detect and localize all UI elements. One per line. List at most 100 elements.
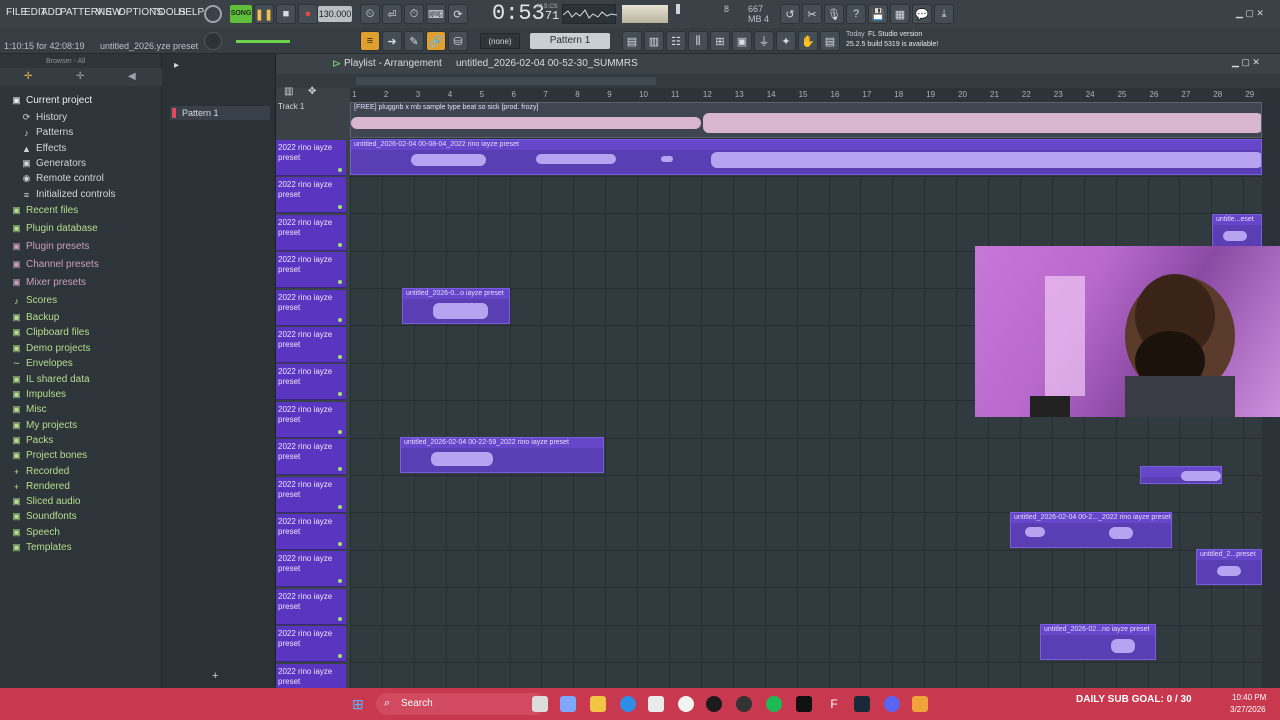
stamp-icon[interactable]: ⛁ [448,31,468,51]
track-mute-dot[interactable] [338,429,342,434]
clock-time[interactable]: 10:40 PM [1232,693,1266,702]
browser-item[interactable]: ▣ Plugin presets [12,241,89,252]
track-mute-dot[interactable] [338,542,342,546]
browser-item[interactable]: ◉ Remote control [22,173,104,184]
browser-item[interactable]: ▲ Effects [22,143,66,154]
fl-studio-icon[interactable] [912,696,928,712]
play-pause-button[interactable]: ❚❚ [254,4,274,24]
cut-icon[interactable]: ✂ [802,4,822,24]
copilot-icon[interactable] [560,696,576,712]
audio-clip[interactable]: untitled_2026-0...o iayze preset [402,288,510,324]
track-mute-dot[interactable] [338,242,342,247]
edge-icon[interactable] [620,696,636,712]
taskbar-search[interactable]: ⌕ Search [376,693,546,715]
track-mute-dot[interactable] [338,355,342,359]
track-header[interactable]: 2022 rino iayze preset [276,364,346,401]
browser-item[interactable]: ⟳ History [22,112,67,123]
channel-rack-icon[interactable]: ☷ [666,31,686,51]
move-icon[interactable]: ✥ [308,86,316,97]
link-icon[interactable]: 🔗 [426,31,446,51]
news-body[interactable]: 25.2.5 build 5319 is available! [846,41,938,48]
playlist-icon[interactable]: ≡ [360,31,380,51]
browser-item[interactable]: ▣ Project bones [12,450,87,461]
audio-clip[interactable]: untitled_2026-02-04 00-08-04_2022 rino i… [350,139,1262,175]
audio-clip[interactable]: untitle...eset [1212,214,1262,250]
help-icon[interactable]: ? [846,4,866,24]
mixer-icon[interactable]: ▦ [890,4,910,24]
track-header[interactable]: 2022 rino iayze preset [276,214,346,251]
mixer-window-icon[interactable]: ⫼ [688,31,708,51]
save-icon[interactable]: 💾 [868,4,888,24]
pencil-icon[interactable]: ✎ [404,31,424,51]
track-header[interactable]: 2022 rino iayze preset [276,663,346,688]
mixer-link-icon[interactable]: ▥ [284,86,293,97]
step-edit-icon[interactable]: ⌨ [426,4,446,24]
browser-item[interactable]: ♪ Patterns [22,127,73,138]
track-header[interactable]: 2022 rino iayze preset [276,327,346,363]
browser-arrow-icon[interactable]: ✛ [24,71,32,82]
steam-icon[interactable] [854,696,870,712]
browser-item[interactable]: ▣ Speech [12,527,60,538]
tempo-display[interactable]: 130.000 [318,6,352,22]
loop-record-icon[interactable]: ⟳ [448,4,468,24]
browser-item[interactable]: ▣ Channel presets [12,259,99,270]
time-format-label[interactable]: M:S:CS [537,4,558,10]
task-view-icon[interactable] [532,696,548,712]
browser-item[interactable]: ▣ Impulses [12,389,66,400]
microphone-icon[interactable]: 🎙 [824,4,844,24]
track-mute-dot[interactable] [338,205,342,210]
add-pattern-icon[interactable]: + [212,670,218,682]
playlist-window-controls[interactable]: ▁ ▢ ✕ [1232,57,1260,68]
playlist-window-icon[interactable]: ▤ [622,31,642,51]
record-button[interactable]: ● [298,4,318,24]
discord-icon[interactable] [884,696,900,712]
song-mode-button[interactable]: SONG [230,5,252,23]
browser-item[interactable]: ▣ Mixer presets [12,277,86,288]
audio-clip[interactable]: untitled_2026-02-04 00-2..._2022 rino ia… [1010,512,1172,548]
edison-icon[interactable]: ✦ [776,31,796,51]
track-header[interactable]: 2022 rino iayze preset [276,439,346,476]
menu-help[interactable]: HELP [178,7,204,18]
news-icon[interactable]: ▤ [820,31,840,51]
download-icon[interactable]: ⤓ [934,4,954,24]
file-explorer-icon[interactable] [590,696,606,712]
track-header[interactable]: 2022 rino iayze preset [276,177,346,214]
menu-add[interactable]: ADD [41,7,62,18]
chat-icon[interactable]: 💬 [912,4,932,24]
snap-selector[interactable]: (none) [480,33,520,49]
spotify-icon[interactable] [766,696,782,712]
snap-arrow-icon[interactable]: ➜ [382,31,402,51]
browser-item[interactable]: ∼ Envelopes [12,358,73,369]
playlist-scrollbar[interactable] [276,74,1280,88]
browser-item[interactable]: ▣ Clipboard files [12,327,89,338]
store-icon[interactable] [648,696,664,712]
master-pitch-knob[interactable] [204,5,222,23]
browser-item[interactable]: ▣ My projects [12,420,77,431]
clock-date[interactable]: 3/27/2026 [1230,705,1266,714]
track-header[interactable]: 2022 rino iayze preset [276,588,346,625]
window-controls[interactable]: ▁ ▢ ✕ [1236,8,1264,19]
track-mute-dot[interactable] [338,504,342,509]
wait-for-input-icon[interactable]: ⏎ [382,4,402,24]
track-mute-dot[interactable] [338,280,342,285]
master-volume-knob[interactable] [204,32,222,50]
undo-icon[interactable]: ↺ [780,4,800,24]
capcut-icon[interactable] [706,696,722,712]
track-mute-dot[interactable] [338,392,342,397]
timeline-ruler[interactable]: 1 2 3 4 5 6 7 8 9 10 11 12 13 14 15 16 17 18 19 20 21 22 23 24 2… [350,88,1262,102]
start-icon[interactable]: ⊞ [352,696,364,713]
audio-clip[interactable]: untitled_2...preset [1196,549,1262,585]
touch-keyboard-icon[interactable]: ✋ [798,31,818,51]
browser-item[interactable]: + Rendered [12,481,70,492]
chrome-icon[interactable] [678,696,694,712]
track-mute-dot[interactable] [338,616,342,621]
track-mute-dot[interactable] [338,168,342,172]
pattern-selector[interactable]: Pattern 1 [530,33,610,49]
track-1-label[interactable]: Track 1 [278,102,304,111]
track-mute-dot[interactable] [338,579,342,584]
pattern-list-item[interactable]: Pattern 1 [170,106,270,120]
track-header[interactable]: 2022 rino iayze preset [276,476,346,513]
browser-item[interactable]: ▣ Misc [12,404,46,415]
metronome-icon[interactable]: ⏲ [360,4,380,24]
track-mute-dot[interactable] [338,467,342,472]
